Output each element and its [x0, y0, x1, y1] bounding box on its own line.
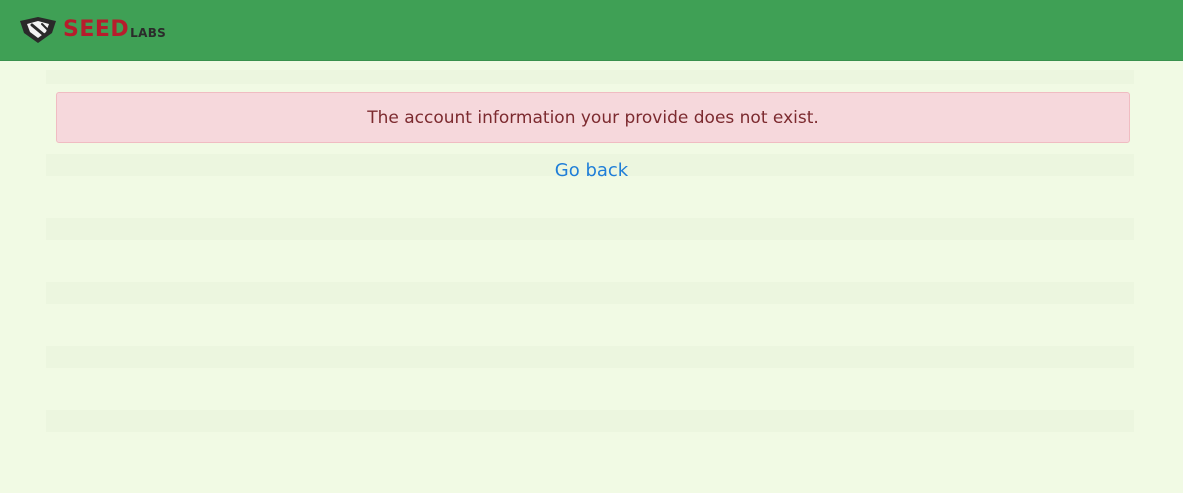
logo-seed-text: SEED [63, 17, 130, 42]
background-band [46, 346, 1134, 368]
error-alert: The account information your provide doe… [56, 92, 1130, 143]
background-band [46, 282, 1134, 304]
background-band [46, 410, 1134, 432]
seedlabs-logo-icon [18, 15, 58, 45]
error-message: The account information your provide doe… [367, 107, 819, 128]
seedlabs-logo-link[interactable]: SEED LABS [18, 12, 166, 48]
go-back-link[interactable]: Go back [0, 160, 1183, 181]
background-band [46, 70, 1134, 84]
top-navbar: SEED LABS [0, 0, 1183, 61]
logo-labs-text: LABS [130, 26, 167, 40]
background-band [46, 218, 1134, 240]
